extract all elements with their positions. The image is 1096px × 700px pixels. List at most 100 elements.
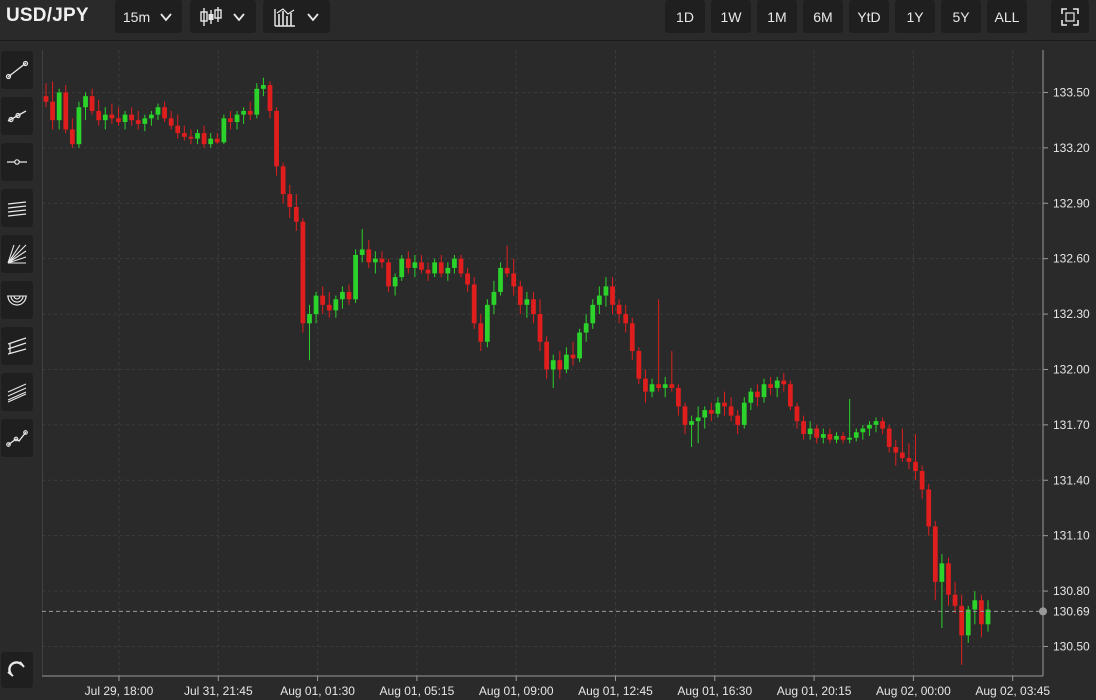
candle-body — [590, 304, 596, 324]
candle-body — [834, 435, 839, 440]
candle-body — [524, 299, 530, 305]
candle — [577, 328, 582, 363]
range-button-5y[interactable]: 5Y — [941, 0, 981, 33]
tool-pitchfork[interactable] — [1, 327, 33, 365]
candle-body — [860, 428, 866, 433]
candle-body — [820, 434, 826, 438]
drawing-tools-sidebar — [0, 41, 42, 700]
candle-body — [83, 96, 88, 108]
candle-body — [188, 136, 194, 139]
candle — [300, 218, 306, 333]
candle-body — [142, 118, 148, 124]
candle-body — [649, 384, 655, 392]
candle-body — [755, 391, 760, 398]
x-tick-label: Jul 31, 21:45 — [184, 684, 253, 698]
candle-body — [359, 249, 365, 255]
fibonacci-arc-icon — [7, 295, 27, 306]
candle-body — [781, 380, 787, 385]
x-tick-label: Aug 02, 03:45 — [975, 684, 1050, 698]
candle-body — [893, 447, 899, 453]
candle-body — [491, 291, 497, 305]
candle-body — [774, 380, 780, 388]
candle-body — [307, 314, 312, 324]
candle — [76, 101, 82, 148]
candle-body — [913, 461, 918, 472]
magnet-icon — [7, 661, 25, 677]
candle-body — [669, 384, 675, 388]
chevron-down-icon — [306, 12, 319, 21]
candle-body — [69, 129, 75, 145]
chart-type-dropdown[interactable] — [190, 0, 256, 33]
candle-body — [287, 194, 293, 207]
candlestick-icon — [200, 6, 222, 26]
candle-body — [438, 262, 444, 274]
candle-body — [214, 138, 220, 143]
candle-body — [116, 118, 121, 123]
tool-parallel-channel[interactable] — [1, 189, 33, 227]
magnet-button[interactable] — [1, 652, 33, 688]
candle-body — [280, 166, 286, 195]
candle-body — [880, 421, 885, 429]
candle-body — [96, 110, 102, 121]
candle-body — [471, 284, 477, 324]
candle-body — [122, 114, 128, 123]
last-price-dot — [1039, 607, 1047, 616]
candle-body — [511, 273, 517, 287]
candle-body — [610, 286, 615, 305]
candle-body — [741, 402, 747, 425]
candle-body — [392, 277, 398, 287]
candle-body — [643, 378, 648, 392]
candle-body — [419, 262, 424, 270]
candle-body — [293, 206, 299, 222]
candle-body — [735, 415, 741, 425]
price-chart[interactable]: 133.50 133.20 132.90 132.60 132.30 132.00 131.… — [0, 0, 1096, 700]
tool-polyline[interactable] — [1, 419, 33, 457]
candle-body — [807, 428, 813, 435]
candle-body — [452, 258, 457, 268]
candle-body — [570, 354, 576, 359]
candle-body — [965, 609, 971, 636]
tool-gann-fan[interactable] — [1, 235, 33, 273]
range-button-ytd[interactable]: YtD — [849, 0, 889, 33]
y-tick-label: 132.00 — [1053, 362, 1090, 376]
candle-body — [748, 391, 754, 403]
candle-body — [702, 410, 708, 418]
tool-trend-line[interactable] — [1, 51, 33, 89]
candle-body — [616, 304, 622, 315]
candle-body — [228, 118, 233, 123]
indicators-dropdown[interactable] — [263, 0, 330, 33]
candle-body — [840, 435, 846, 440]
interval-dropdown[interactable]: 15m — [115, 0, 182, 33]
range-button-1w[interactable]: 1W — [711, 0, 751, 33]
candle-body — [761, 384, 767, 398]
candle-body — [300, 221, 306, 324]
fullscreen-button[interactable] — [1051, 0, 1089, 33]
candle-body — [274, 110, 279, 167]
candle-body — [676, 387, 681, 407]
tool-ray[interactable] — [1, 97, 33, 135]
tool-fibonacci-channel[interactable] — [1, 373, 33, 411]
tool-horizontal-line[interactable] — [1, 143, 33, 181]
candle-body — [484, 304, 490, 342]
y-tick-label: 132.90 — [1053, 196, 1090, 210]
candle-body — [234, 114, 240, 123]
candle-body — [412, 262, 418, 268]
range-button-all[interactable]: ALL — [987, 0, 1027, 33]
y-tick-label: 133.20 — [1053, 141, 1090, 155]
candle-body — [89, 96, 95, 111]
x-tick-label: Aug 01, 16:30 — [677, 684, 752, 698]
range-button-1y[interactable]: 1Y — [895, 0, 935, 33]
interval-label: 15m — [122, 8, 151, 25]
range-button-1d[interactable]: 1D — [665, 0, 705, 33]
candle-body — [458, 258, 464, 274]
candle-body — [972, 600, 978, 610]
candle-body — [366, 249, 372, 263]
candle-body — [478, 323, 484, 342]
trend-line-icon — [5, 60, 29, 80]
candle-body — [689, 421, 694, 425]
candle-body — [261, 85, 266, 89]
tool-fibonacci-arc[interactable] — [1, 281, 33, 319]
range-button-6m[interactable]: 6M — [803, 0, 843, 33]
y-tick-label: 132.30 — [1053, 307, 1090, 321]
range-button-1m[interactable]: 1M — [757, 0, 797, 33]
